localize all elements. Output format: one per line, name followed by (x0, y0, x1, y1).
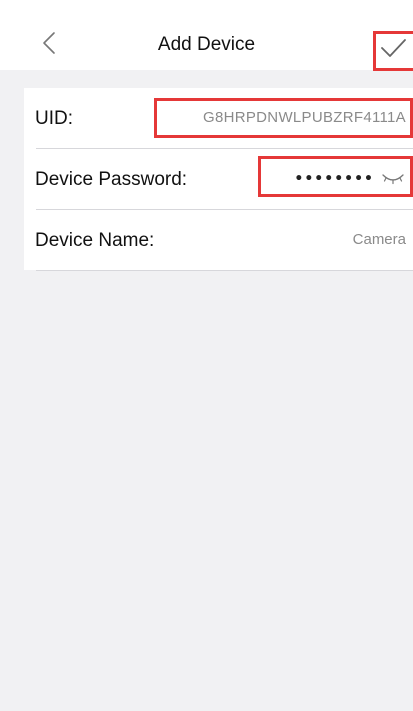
checkmark-icon (381, 39, 406, 57)
password-input[interactable] (274, 161, 374, 197)
eye-closed-icon (382, 174, 404, 185)
add-device-screen: Add Device UID: Device Password: (0, 0, 413, 711)
confirm-button[interactable] (373, 28, 413, 68)
navigation-bar: Add Device (0, 0, 413, 71)
device-name-label: Device Name: (35, 230, 155, 251)
password-label: Device Password: (35, 169, 188, 190)
password-visibility-toggle[interactable] (380, 169, 406, 189)
back-button[interactable] (34, 28, 64, 58)
device-form: UID: Device Password: Device Name: (24, 88, 413, 271)
chevron-left-icon (43, 32, 55, 54)
device-name-input[interactable] (224, 222, 406, 256)
uid-label: UID: (35, 108, 73, 129)
uid-row: UID: (24, 88, 413, 149)
uid-input[interactable] (158, 100, 406, 134)
password-row: Device Password: (24, 149, 413, 210)
name-row: Device Name: (24, 210, 413, 271)
